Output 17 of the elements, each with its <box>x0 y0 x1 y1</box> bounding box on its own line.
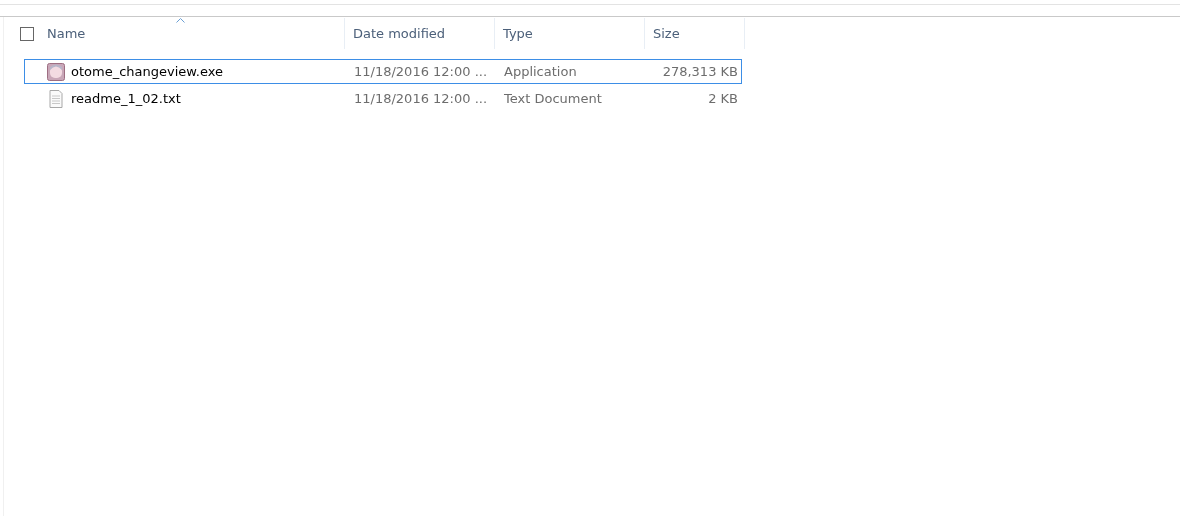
column-header[interactable]: Type <box>495 18 645 49</box>
select-all-checkbox[interactable] <box>20 26 34 41</box>
file-name: readme_1_02.txt <box>71 91 181 106</box>
type-cell-text: Application <box>503 64 578 79</box>
date-cell-text: 11/18/2016 12:00 ... <box>353 64 489 79</box>
app-icon <box>47 61 65 82</box>
file-row[interactable]: otome_changeview.exe 11/18/2016 12:00 ... Application 278,313 KB <box>24 59 742 84</box>
column-header[interactable]: Size <box>645 18 745 49</box>
date-cell-text: 11/18/2016 12:00 ... <box>353 91 489 106</box>
column-header[interactable]: Name <box>0 18 345 49</box>
file-name: otome_changeview.exe <box>71 64 223 79</box>
type-cell-text: Text Document <box>503 91 603 106</box>
size-cell-text: 2 KB <box>707 91 739 106</box>
file-row[interactable]: readme_1_02.txt 11/18/2016 12:00 ... Text Document 2 KB <box>24 86 742 111</box>
column-header[interactable]: Date modified <box>345 18 495 49</box>
text-file-icon <box>47 88 65 109</box>
size-cell-text: 278,313 KB <box>661 64 739 79</box>
